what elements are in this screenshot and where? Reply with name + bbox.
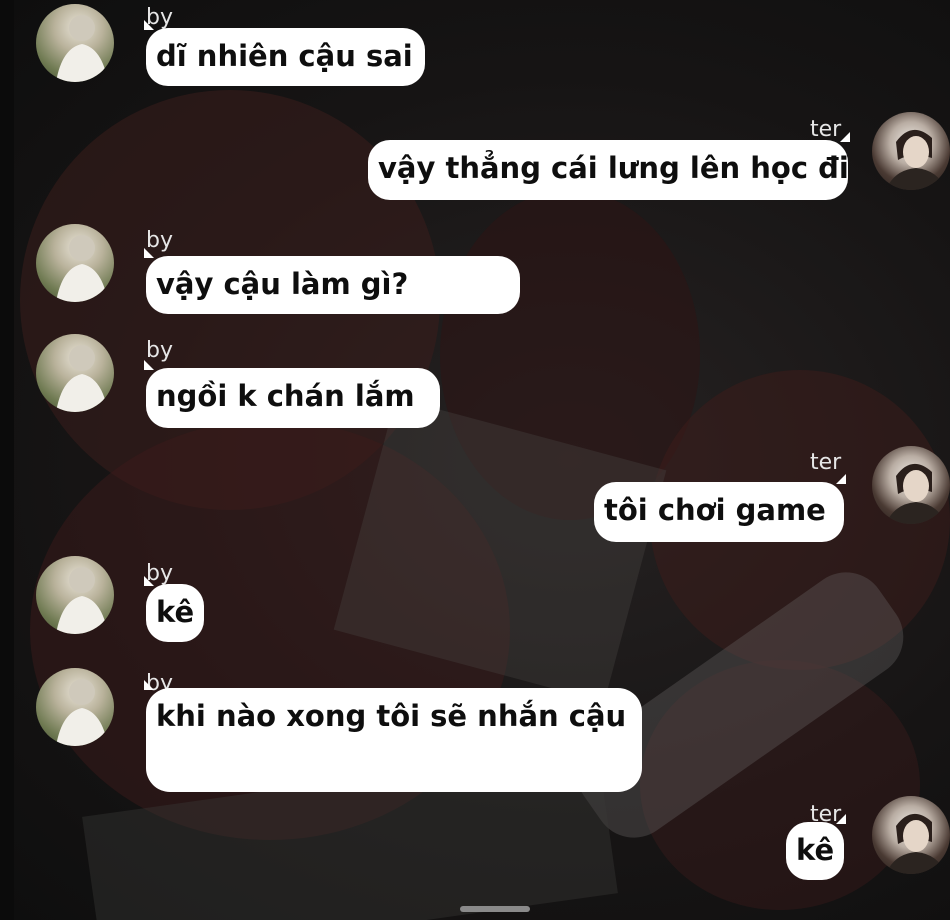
- message-bubble[interactable]: kê: [786, 814, 846, 880]
- profile-photo-ter-icon: [886, 813, 946, 874]
- message-bubble[interactable]: tôi chơi game: [594, 474, 846, 542]
- message-bubble[interactable]: ngồi k chán lắm: [144, 360, 440, 428]
- profile-photo-ter-icon: [886, 463, 946, 524]
- profile-photo-by-icon: [56, 15, 108, 82]
- profile-photo-by-icon: [56, 567, 108, 634]
- message-bubble[interactable]: vậy thẳng cái lưng lên học đi: [368, 132, 850, 200]
- profile-photo-by-icon: [56, 679, 108, 746]
- message-bubble[interactable]: kê: [144, 576, 204, 642]
- avatar-icon[interactable]: [36, 668, 114, 746]
- message-bubble[interactable]: vậy cậu làm gì?: [144, 248, 520, 314]
- avatar-icon[interactable]: [872, 446, 950, 524]
- message-bubble[interactable]: dĩ nhiên cậu sai: [144, 20, 425, 86]
- avatar-icon[interactable]: [36, 556, 114, 634]
- avatar-icon[interactable]: [872, 112, 950, 190]
- sender-name: ter: [810, 450, 842, 475]
- screen-edge: [0, 0, 14, 920]
- avatar-icon[interactable]: [36, 334, 114, 412]
- sender-name: ter: [810, 117, 842, 142]
- message-bubble[interactable]: khi nào xong tôi sẽ nhắn cậu: [144, 680, 642, 792]
- avatar-icon[interactable]: [872, 796, 950, 874]
- profile-photo-by-icon: [56, 345, 108, 412]
- profile-photo-by-icon: [56, 235, 108, 302]
- profile-photo-ter-icon: [886, 129, 946, 190]
- avatar-icon[interactable]: [36, 224, 114, 302]
- home-indicator[interactable]: [460, 906, 530, 912]
- avatar-icon[interactable]: [36, 4, 114, 82]
